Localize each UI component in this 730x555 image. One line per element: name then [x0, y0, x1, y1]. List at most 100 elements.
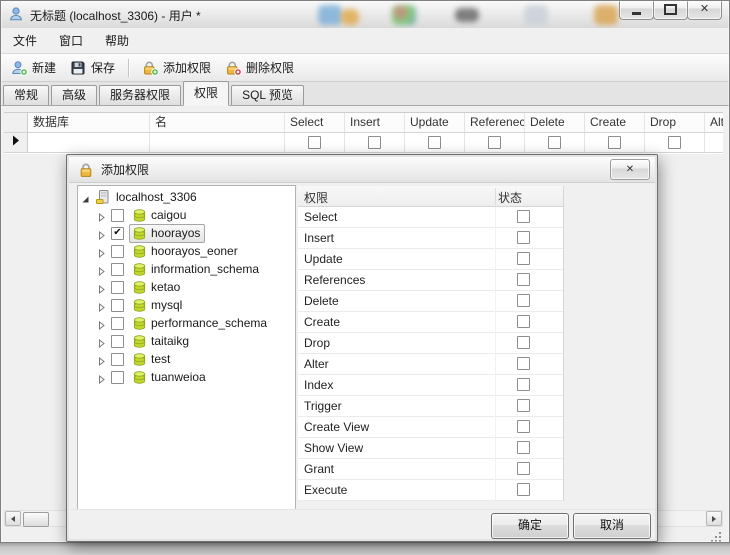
perm-checkbox-execute[interactable] [517, 483, 530, 496]
perm-checkbox-show-view[interactable] [517, 441, 530, 454]
checkbox-drop[interactable] [668, 136, 681, 149]
ok-button[interactable]: 确定 [491, 513, 569, 539]
grid-cell-alter[interactable] [705, 133, 723, 153]
grid-data-row[interactable] [4, 133, 723, 153]
perm-checkbox-update[interactable] [517, 252, 530, 265]
menu-help[interactable]: 帮助 [94, 29, 140, 53]
grid-column-header-delete[interactable]: Delete [525, 113, 585, 133]
tree-item-ketao[interactable]: ketao [78, 278, 295, 296]
tree-item-information-schema[interactable]: information_schema [78, 260, 295, 278]
perm-row-delete[interactable]: Delete [298, 291, 563, 312]
checkbox-delete[interactable] [548, 136, 561, 149]
checkbox-select[interactable] [308, 136, 321, 149]
perm-checkbox-create[interactable] [517, 315, 530, 328]
checkbox-update[interactable] [428, 136, 441, 149]
maximize-button[interactable] [653, 0, 688, 20]
expander-closed-icon[interactable] [97, 265, 106, 274]
tree-checkbox-tuanweioa[interactable] [111, 371, 124, 384]
perm-checkbox-create-view[interactable] [517, 420, 530, 433]
grid-column-header--[interactable]: 数据库 [28, 113, 150, 133]
tab-privileges[interactable]: 权限 [183, 81, 229, 106]
tree-item-performance-schema[interactable]: performance_schema [78, 314, 295, 332]
tree-item-hoorayos-eoner[interactable]: hoorayos_eoner [78, 242, 295, 260]
expander-closed-icon[interactable] [97, 301, 106, 310]
tree-item-taitaikg[interactable]: taitaikg [78, 332, 295, 350]
grid-cell-name[interactable] [150, 133, 285, 153]
scroll-left-button[interactable] [5, 511, 21, 526]
grid-column-header-drop[interactable]: Drop [645, 113, 705, 133]
perm-row-alter[interactable]: Alter [298, 354, 563, 375]
dialog-close-button[interactable]: ✕ [610, 159, 650, 180]
grid-column-header-insert[interactable]: Insert [345, 113, 405, 133]
privilege-column-header[interactable]: 权限 [304, 189, 328, 206]
tree-checkbox-ketao[interactable] [111, 281, 124, 294]
expander-closed-icon[interactable] [97, 373, 106, 382]
minimize-button[interactable] [619, 0, 654, 20]
scroll-right-button[interactable] [706, 511, 722, 526]
perm-checkbox-index[interactable] [517, 378, 530, 391]
perm-row-create-view[interactable]: Create View [298, 417, 563, 438]
expander-closed-icon[interactable] [97, 211, 106, 220]
tree-checkbox-taitaikg[interactable] [111, 335, 124, 348]
perm-row-trigger[interactable]: Trigger [298, 396, 563, 417]
tree-item-localhost-3306[interactable]: localhost_3306 [78, 188, 295, 206]
new-button[interactable]: 新建 [4, 57, 63, 79]
tree-checkbox-test[interactable] [111, 353, 124, 366]
grid-cell-create[interactable] [585, 133, 645, 153]
tree-checkbox-hoorayos[interactable] [111, 227, 124, 240]
tab-general[interactable]: 常规 [3, 85, 49, 105]
expander-closed-icon[interactable] [97, 337, 106, 346]
grid-column-header-create[interactable]: Create [585, 113, 645, 133]
checkbox-insert[interactable] [368, 136, 381, 149]
tab-advanced[interactable]: 高级 [51, 85, 97, 105]
perm-checkbox-references[interactable] [517, 273, 530, 286]
grid-cell-select[interactable] [285, 133, 345, 153]
menu-file[interactable]: 文件 [2, 29, 48, 53]
perm-row-grant[interactable]: Grant [298, 459, 563, 480]
expander-closed-icon[interactable] [97, 283, 106, 292]
perm-checkbox-select[interactable] [517, 210, 530, 223]
checkbox-create[interactable] [608, 136, 621, 149]
perm-checkbox-insert[interactable] [517, 231, 530, 244]
expander-closed-icon[interactable] [97, 229, 106, 238]
expander-closed-icon[interactable] [97, 355, 106, 364]
perm-checkbox-delete[interactable] [517, 294, 530, 307]
perm-row-drop[interactable]: Drop [298, 333, 563, 354]
add-privilege-button[interactable]: 添加权限 [135, 57, 218, 79]
state-column-header[interactable]: 状态 [498, 189, 522, 206]
tree-item-hoorayos[interactable]: hoorayos [78, 224, 295, 242]
grid-cell-update[interactable] [405, 133, 465, 153]
grid-column-header-select[interactable]: Select [285, 113, 345, 133]
tree-checkbox-mysql[interactable] [111, 299, 124, 312]
tree-checkbox-caigou[interactable] [111, 209, 124, 222]
perm-row-index[interactable]: Index [298, 375, 563, 396]
expander-open-icon[interactable] [81, 193, 90, 202]
perm-row-update[interactable]: Update [298, 249, 563, 270]
tree-item-test[interactable]: test [78, 350, 295, 368]
perm-row-create[interactable]: Create [298, 312, 563, 333]
tree-item-mysql[interactable]: mysql [78, 296, 295, 314]
perm-checkbox-trigger[interactable] [517, 399, 530, 412]
perm-row-insert[interactable]: Insert [298, 228, 563, 249]
grid-cell-insert[interactable] [345, 133, 405, 153]
perm-checkbox-grant[interactable] [517, 462, 530, 475]
save-button[interactable]: 保存 [63, 57, 122, 79]
tree-checkbox-performance-schema[interactable] [111, 317, 124, 330]
perm-row-select[interactable]: Select [298, 207, 563, 228]
grid-column-header-alter[interactable]: Alter [705, 113, 723, 133]
menu-window[interactable]: 窗口 [48, 29, 94, 53]
delete-privilege-button[interactable]: 删除权限 [218, 57, 301, 79]
tree-checkbox-hoorayos-eoner[interactable] [111, 245, 124, 258]
close-button[interactable]: ✕ [687, 0, 722, 20]
grid-column-header--[interactable]: 名 [150, 113, 285, 133]
perm-checkbox-alter[interactable] [517, 357, 530, 370]
grid-cell-delete[interactable] [525, 133, 585, 153]
tree-item-tuanweioa[interactable]: tuanweioa [78, 368, 295, 386]
tree-item-caigou[interactable]: caigou [78, 206, 295, 224]
cancel-button[interactable]: 取消 [573, 513, 651, 539]
tab-server-privileges[interactable]: 服务器权限 [99, 85, 181, 105]
grid-column-header-update[interactable]: Update [405, 113, 465, 133]
grid-cell-database[interactable] [28, 133, 150, 153]
perm-row-execute[interactable]: Execute [298, 480, 563, 501]
grid-cell-drop[interactable] [645, 133, 705, 153]
